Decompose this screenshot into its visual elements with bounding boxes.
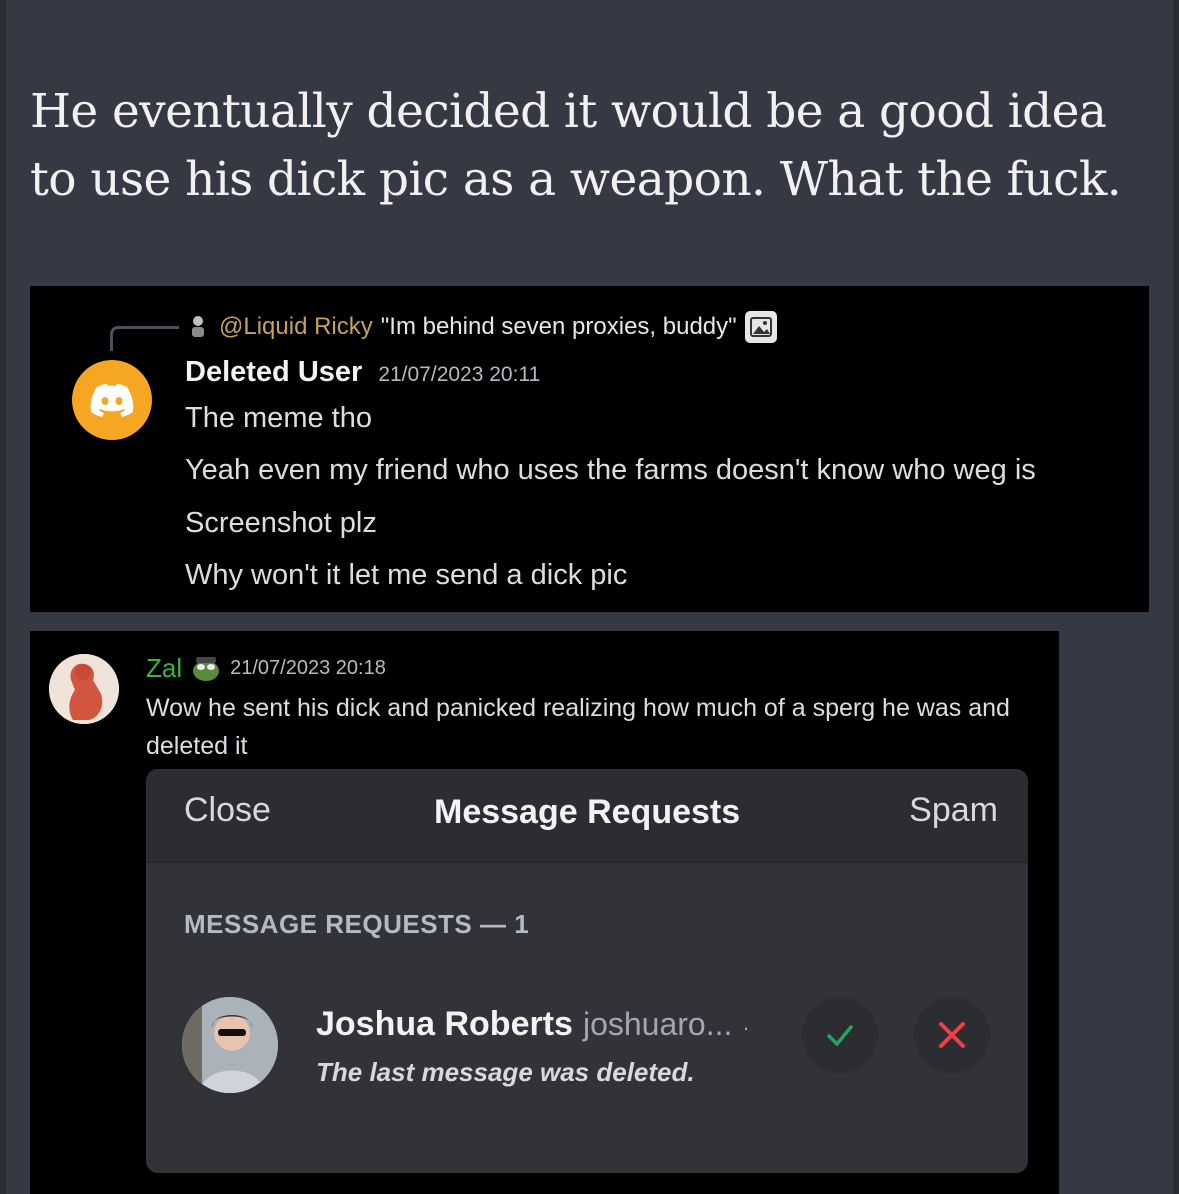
- image-icon: [744, 311, 777, 343]
- avatar-image: [182, 997, 278, 1093]
- close-button[interactable]: Close: [184, 791, 271, 830]
- author-name[interactable]: Deleted User: [185, 356, 362, 389]
- timestamp: 21/07/2023 20:11: [378, 363, 541, 386]
- author-name[interactable]: Zal: [146, 653, 182, 684]
- check-icon: [827, 1025, 853, 1046]
- discord-screenshot-2: Zal 21/07/2023 20:18 Wow he sent his dic…: [30, 631, 1059, 1194]
- section-label: MESSAGE REQUESTS — 1: [184, 909, 530, 939]
- separator-dot: ·: [742, 1015, 750, 1040]
- x-icon: [939, 1022, 965, 1048]
- reply-preview[interactable]: @Liquid Ricky "Im behind seven proxies, …: [185, 310, 777, 344]
- timestamp: 21/07/2023 20:18: [230, 657, 386, 679]
- discord-screenshot-1: @Liquid Ricky "Im behind seven proxies, …: [30, 286, 1149, 612]
- decline-request-button[interactable]: [914, 997, 990, 1073]
- last-message-status: The last message was deleted.: [316, 1057, 695, 1087]
- spam-button[interactable]: Spam: [909, 791, 998, 830]
- message-line: The meme tho: [185, 402, 372, 434]
- message-line: Why won't it let me send a dick pic: [185, 559, 628, 591]
- message-text: Wow he sent his dick and panicked realiz…: [146, 694, 1010, 760]
- message-requests-screenshot: Close Message Requests Spam MESSAGE REQU…: [146, 769, 1028, 1173]
- avatar[interactable]: [182, 997, 278, 1093]
- avatar-image: [49, 654, 119, 724]
- message-header: Zal 21/07/2023 20:18: [146, 653, 386, 684]
- post-caption: He eventually decided it would be a good…: [30, 84, 1122, 207]
- deleted-user-avatar[interactable]: [72, 360, 152, 440]
- accept-request-button[interactable]: [802, 997, 878, 1073]
- reply-connector: [110, 326, 179, 351]
- zal-avatar[interactable]: [49, 654, 119, 724]
- page-title: Message Requests: [434, 793, 741, 831]
- message-requests-header: Close Message Requests Spam: [146, 769, 1028, 863]
- discord-logo-icon: [90, 384, 134, 417]
- message-line: Yeah even my friend who uses the farms d…: [185, 454, 1036, 486]
- reply-quote: "Im behind seven proxies, buddy": [380, 313, 737, 340]
- message-header: Deleted User 21/07/2023 20:11: [185, 356, 540, 389]
- requester-handle: joshuaro...: [582, 1006, 733, 1042]
- message-line: Screenshot plz: [185, 507, 377, 539]
- page-edge-right: [1173, 0, 1179, 1194]
- reply-user-avatar-icon: [192, 316, 204, 337]
- reply-mention[interactable]: @Liquid Ricky: [219, 313, 373, 341]
- requester-name: Joshua Roberts: [316, 1005, 573, 1043]
- request-name-row[interactable]: Joshua Roberts joshuaro... ·: [316, 1005, 750, 1044]
- page-edge-left: [0, 0, 6, 1194]
- pepe-emoji-icon: [193, 656, 220, 681]
